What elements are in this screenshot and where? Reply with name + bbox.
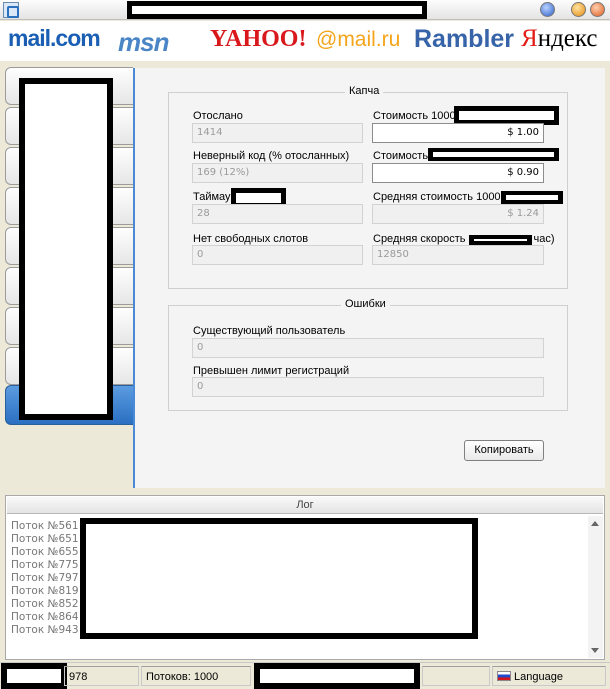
reg-limit-field: 0: [192, 377, 544, 397]
log-line: Поток №651: [11, 533, 79, 545]
log-line: Поток №655: [11, 546, 79, 558]
cost-label: Стоимость: [373, 150, 429, 162]
log-line: Поток №819: [11, 585, 79, 597]
language-label: Language: [514, 671, 563, 683]
provider-logos: mail.com msn YAHOO! @mail.ru Rambler Янд…: [0, 21, 610, 61]
timeout-label: Таймау: [193, 191, 231, 203]
sent-label: Отослано: [193, 110, 243, 122]
russian-flag-icon: [497, 671, 511, 681]
captcha-legend: Капча: [345, 85, 384, 97]
log-scrollbar[interactable]: [588, 516, 603, 658]
yahoo-logo[interactable]: YAHOO!: [210, 26, 306, 53]
status-threads: Потоков: 1000: [141, 666, 251, 686]
log-line: Поток №864: [11, 611, 79, 623]
yandex-logo[interactable]: Яндекс: [521, 25, 598, 53]
rambler-logo[interactable]: Rambler: [414, 25, 514, 54]
yandex-logo-first: Я: [521, 25, 538, 52]
redacted-cost-suffix: [428, 148, 559, 161]
wrong-code-label: Неверный код (% отосланных): [193, 150, 350, 162]
mailru-logo[interactable]: @mail.ru: [316, 28, 400, 52]
avg-speed-field: 12850: [372, 245, 544, 265]
cost-field[interactable]: $ 0.90: [372, 163, 544, 183]
stats-panel: Капча Отослано 1414 Неверный код (% отос…: [133, 68, 605, 488]
wrong-code-field: 169 (12%): [192, 163, 363, 183]
redacted-status-middle: [254, 663, 420, 689]
log-panel: Лог Поток №561 Поток №651 Поток №655 Пот…: [5, 495, 605, 660]
cost-1000-label: Стоимость 1000: [373, 110, 456, 122]
existing-user-field: 0: [192, 338, 544, 358]
redacted-title: [127, 1, 427, 19]
redacted-tab-labels: [19, 78, 113, 420]
language-selector[interactable]: Language: [492, 666, 606, 686]
log-line: Поток №943: [11, 624, 79, 636]
cost-1000-field[interactable]: $ 1.00: [372, 123, 544, 143]
log-line: Поток №561: [11, 520, 79, 532]
log-line: Поток №797: [11, 572, 79, 584]
avg-cost-field: $ 1.24: [372, 204, 544, 224]
maximize-button[interactable]: [571, 2, 586, 17]
redacted-status-left: [1, 663, 67, 689]
no-slots-label: Нет свободных слотов: [193, 233, 309, 245]
timeout-field: 28: [192, 204, 363, 224]
log-line: Поток №852: [11, 598, 79, 610]
log-lines: Поток №561 Поток №651 Поток №655 Поток №…: [11, 520, 79, 637]
left-tab-panel: [0, 62, 133, 488]
title-bar: [0, 0, 610, 20]
msn-logo[interactable]: msn: [118, 27, 169, 58]
existing-user-label: Существующий пользователь: [193, 325, 346, 337]
avg-speed-label-text: Средняя скорость: [373, 233, 466, 245]
redacted-log-details: [80, 518, 478, 639]
reg-limit-label: Превышен лимит регистраций: [193, 365, 350, 377]
close-button[interactable]: [590, 2, 605, 17]
log-header[interactable]: Лог: [7, 497, 603, 514]
minimize-button[interactable]: [540, 2, 555, 17]
status-bar: 978 Потоков: 1000 Language: [0, 662, 610, 689]
copy-button[interactable]: Копировать: [464, 440, 544, 461]
no-slots-field: 0: [192, 245, 363, 265]
redacted-avg-cost-suffix: [501, 191, 563, 204]
avg-speed-label-suffix: час): [533, 233, 555, 245]
status-count: 978: [64, 666, 139, 686]
app-icon: [3, 2, 19, 18]
yandex-logo-rest: ндекс: [537, 25, 598, 52]
log-line: Поток №775: [11, 559, 79, 571]
status-spacer: [422, 666, 490, 686]
redacted-avg-speed-unit: [469, 235, 532, 245]
errors-legend: Ошибки: [341, 298, 390, 310]
sent-field: 1414: [192, 123, 363, 143]
scroll-up-icon[interactable]: [591, 521, 599, 526]
scroll-down-icon[interactable]: [591, 648, 599, 653]
avg-cost-label: Средняя стоимость 1000: [373, 191, 501, 203]
mail-com-logo[interactable]: mail.com: [8, 25, 101, 52]
